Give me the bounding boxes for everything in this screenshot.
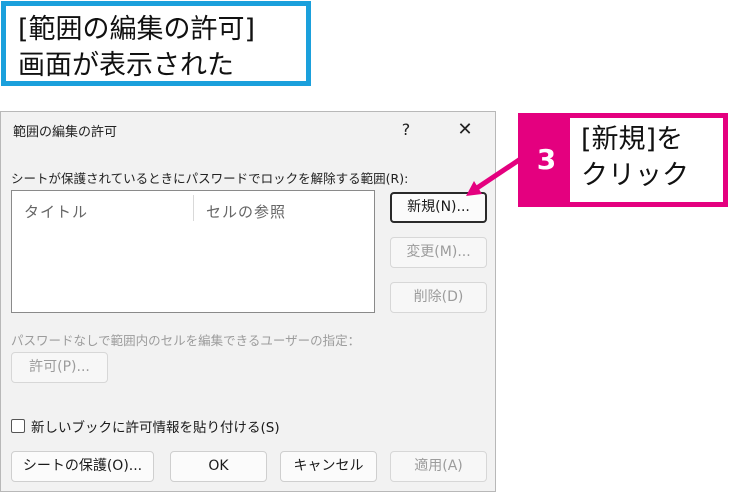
paste-permissions-checkbox[interactable] — [11, 419, 25, 433]
close-icon[interactable]: ✕ — [445, 118, 485, 142]
column-separator — [193, 195, 194, 221]
help-button[interactable]: ? — [386, 118, 426, 142]
delete-button[interactable]: 削除(D) — [390, 282, 487, 313]
paste-permissions-option[interactable]: 新しいブックに許可情報を貼り付ける(S) — [11, 416, 280, 436]
caption-callout: [範囲の編集の許可] 画面が表示された — [1, 1, 311, 86]
modify-button[interactable]: 変更(M)... — [390, 237, 487, 268]
ok-button[interactable]: OK — [170, 451, 267, 482]
apply-button[interactable]: 適用(A) — [390, 451, 487, 482]
range-list-label: シートが保護されているときにパスワードでロックを解除する範囲(R): — [11, 171, 409, 186]
column-header-cell-reference[interactable]: セルの参照 — [206, 201, 286, 222]
caption-line-1: [範囲の編集の許可] — [18, 14, 256, 45]
new-button[interactable]: 新規(N)... — [390, 192, 487, 223]
paste-permissions-label: 新しいブックに許可情報を貼り付ける(S) — [31, 420, 280, 436]
step-number: 3 — [523, 118, 570, 202]
step-line-2: クリック — [581, 160, 689, 191]
user-permission-label: パスワードなしで範囲内のセルを編集できるユーザーの指定： — [11, 333, 361, 348]
column-header-title[interactable]: タイトル — [24, 201, 88, 222]
step-instruction: [新規]を クリック — [581, 122, 689, 194]
allow-edit-ranges-dialog: 範囲の編集の許可 ? ✕ シートが保護されているときにパスワードでロックを解除す… — [0, 111, 496, 492]
permission-button[interactable]: 許可(P)... — [11, 352, 108, 383]
step-callout: 3 [新規]を クリック — [518, 113, 728, 207]
step-line-1: [新規]を — [581, 124, 684, 155]
protect-sheet-button[interactable]: シートの保護(O)... — [11, 451, 154, 482]
range-list[interactable]: タイトル セルの参照 — [11, 190, 375, 313]
caption-line-2: 画面が表示された — [18, 50, 234, 81]
dialog-title: 範囲の編集の許可 — [13, 125, 118, 140]
cancel-button[interactable]: キャンセル — [280, 451, 377, 482]
